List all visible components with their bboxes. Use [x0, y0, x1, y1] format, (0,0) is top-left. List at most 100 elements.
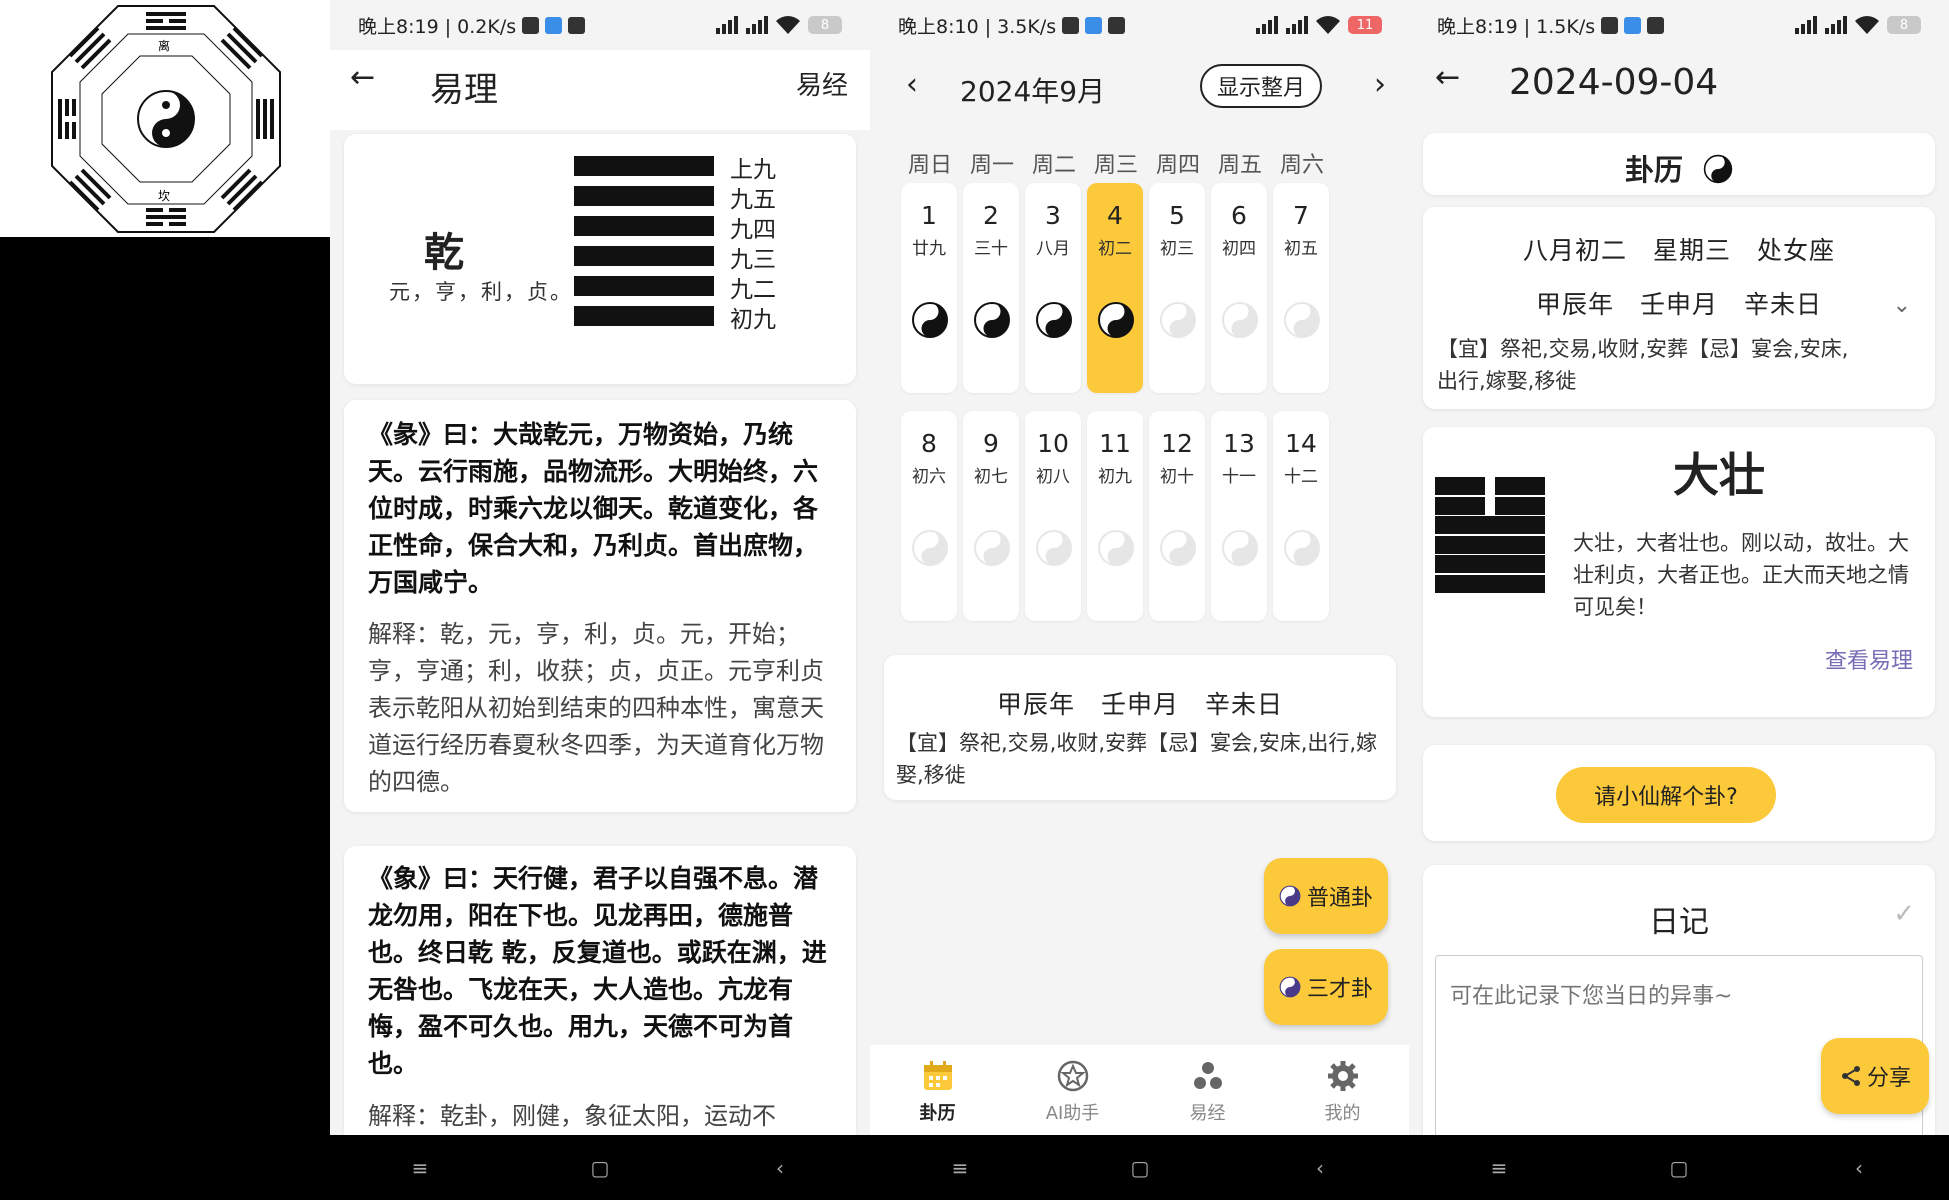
yao-label: 九三 — [730, 247, 776, 273]
day-info-card: 甲辰年 壬申月 辛未日 【宜】祭祀,交易,收财,安葬【忌】宴会,安床,出行,嫁娶… — [884, 655, 1396, 800]
xiang-commentary-card: 《象》曰：天行健，君子以自强不息。潜龙勿用，阳在下也。见龙再田，德施普也。终日乾… — [344, 846, 856, 1146]
calendar-day-cell[interactable]: 3 八月 — [1025, 183, 1081, 393]
lunar-day: 八月 — [1036, 239, 1070, 259]
wifi-icon — [776, 16, 800, 34]
normal-divination-button[interactable]: 普通卦 — [1264, 858, 1388, 934]
lunar-day: 初十 — [1160, 467, 1194, 487]
app-notification-icon — [1624, 16, 1642, 34]
back-arrow-icon[interactable]: ← — [350, 60, 375, 95]
back-arrow-icon[interactable]: ← — [1435, 60, 1460, 95]
wifi-icon — [1855, 16, 1879, 34]
home-nav-icon[interactable]: ▢ — [1649, 1156, 1709, 1180]
status-bar: 晚上8:10 | 3.5K/s 11 — [870, 0, 1410, 50]
calendar-day-cell[interactable]: 10 初八 — [1025, 411, 1081, 621]
tab-label: AI助手 — [1045, 1103, 1100, 1124]
yiji-text: 【宜】祭祀,交易,收财,安葬【忌】宴会,安床,出行,嫁娶,移徙 — [896, 731, 1378, 787]
prev-month-icon[interactable]: ‹ — [906, 67, 918, 102]
yao-label: 九五 — [730, 187, 776, 213]
calendar-day-cell[interactable]: 12 初十 — [1149, 411, 1205, 621]
calendar-day-cell[interactable]: 1 廿九 — [901, 183, 957, 393]
lunar-day: 初七 — [974, 467, 1008, 487]
menu-nav-icon[interactable]: ≡ — [390, 1156, 450, 1180]
share-icon — [1841, 1066, 1860, 1086]
yinyang-icon — [912, 530, 948, 566]
ganzhi-text: 甲辰年 壬申月 辛未日 — [1535, 290, 1822, 319]
yinyang-icon — [974, 302, 1010, 338]
lunar-day: 十二 — [1284, 467, 1318, 487]
bagua-image: 离 坎 — [0, 0, 330, 237]
calendar-day-cell[interactable]: 11 初九 — [1087, 411, 1143, 621]
mute-icon — [522, 16, 540, 34]
day-number: 12 — [1161, 429, 1193, 458]
next-month-icon[interactable]: › — [1374, 67, 1386, 102]
day-number: 8 — [921, 429, 937, 458]
calendar-day-cell[interactable]: 7 初五 — [1273, 183, 1329, 393]
tab-guali[interactable]: 卦历 — [870, 1045, 1005, 1135]
yao-line-yin — [1435, 477, 1485, 495]
lunar-day: 初三 — [1160, 239, 1194, 259]
view-yili-link[interactable]: 查看易理 — [1825, 643, 1913, 675]
bagua-label-top: 离 — [158, 38, 170, 53]
share-label: 分享 — [1866, 1066, 1911, 1091]
tab-yijing[interactable]: 易经 — [1140, 1045, 1275, 1135]
yinyang-icon — [1160, 302, 1196, 338]
yao-line-yang — [1435, 555, 1545, 573]
yao-label: 上九 — [730, 157, 776, 183]
yao-label: 九四 — [730, 217, 776, 243]
yinyang-icon — [1160, 530, 1196, 566]
day-number: 9 — [983, 429, 999, 458]
home-nav-icon[interactable]: ▢ — [570, 1156, 630, 1180]
back-nav-icon[interactable]: ‹ — [750, 1156, 810, 1180]
calendar-day-cell[interactable]: 14 十二 — [1273, 411, 1329, 621]
tab-label: 易经 — [1189, 1103, 1226, 1124]
yao-line-yin — [1495, 496, 1545, 515]
yinyang-icon — [912, 302, 948, 338]
hexagram-name: 大壮 — [1673, 448, 1765, 502]
day-number: 7 — [1293, 201, 1309, 230]
lunar-day: 廿九 — [912, 239, 946, 259]
battery-icon: 11 — [1348, 16, 1382, 34]
calendar-day-cell[interactable]: 4 初二 — [1087, 183, 1143, 393]
menu-nav-icon[interactable]: ≡ — [1469, 1156, 1529, 1180]
calendar-day-cell[interactable]: 13 十一 — [1211, 411, 1267, 621]
menu-nav-icon[interactable]: ≡ — [930, 1156, 990, 1180]
system-nav-bar: ≡ ▢ ‹ — [870, 1135, 1410, 1200]
hexagram-name: 乾 — [424, 230, 464, 276]
calendar-day-cell[interactable]: 5 初三 — [1149, 183, 1205, 393]
yao-label: 初九 — [730, 307, 776, 333]
yijing-link[interactable]: 易经 — [796, 65, 848, 102]
hexagram-card: 乾 元，亨，利，贞。 上九 九五 九四 九三 九二 初九 — [344, 134, 856, 384]
share-button[interactable]: 分享 — [1821, 1038, 1929, 1114]
show-full-month-button[interactable]: 显示整月 — [1200, 64, 1322, 108]
day-number: 6 — [1231, 201, 1247, 230]
check-icon[interactable]: ✓ — [1893, 899, 1915, 929]
ask-interpret-button[interactable]: 请小仙解个卦? — [1556, 767, 1776, 823]
calendar-day-cell[interactable]: 9 初七 — [963, 411, 1019, 621]
lunar-day: 初五 — [1284, 239, 1318, 259]
xiang-explanation: 解释：乾卦，刚健，象征太阳，运动不 — [368, 1102, 776, 1130]
calendar-day-cell[interactable]: 2 三十 — [963, 183, 1019, 393]
yinyang-icon — [1098, 530, 1134, 566]
calendar-day-cell[interactable]: 6 初四 — [1211, 183, 1267, 393]
tab-ai-assistant[interactable]: AI助手 — [1005, 1045, 1140, 1135]
gear-icon — [1327, 1061, 1358, 1091]
yao-line-yang — [1435, 516, 1545, 534]
app-notification-icon — [1085, 16, 1103, 34]
yao-line-yang — [574, 186, 714, 206]
mute-icon — [1062, 16, 1080, 34]
tuan-text: 《彖》曰：大哉乾元，万物资始，乃统天。云行雨施，品物流形。大明始终，六位时成，时… — [368, 420, 819, 597]
tab-mine[interactable]: 我的 — [1275, 1045, 1410, 1135]
normal-divination-label: 普通卦 — [1306, 886, 1373, 911]
signal-icon — [1795, 16, 1817, 34]
yao-line-yang — [574, 156, 714, 176]
star-badge-icon — [1057, 1060, 1088, 1092]
screen-day-detail: 晚上8:19 | 1.5K/s 8 ← 2024-09-04 卦历 八月初二 星… — [1409, 0, 1949, 1200]
status-time: 晚上8:19 | 0.2K/s — [358, 15, 517, 38]
chevron-down-icon[interactable]: ⌄ — [1893, 293, 1911, 318]
back-nav-icon[interactable]: ‹ — [1290, 1156, 1350, 1180]
sancai-divination-button[interactable]: 三才卦 — [1264, 949, 1388, 1025]
back-nav-icon[interactable]: ‹ — [1829, 1156, 1889, 1180]
calendar-day-cell[interactable]: 8 初六 — [901, 411, 957, 621]
home-nav-icon[interactable]: ▢ — [1110, 1156, 1170, 1180]
yao-line-yang — [574, 216, 714, 236]
